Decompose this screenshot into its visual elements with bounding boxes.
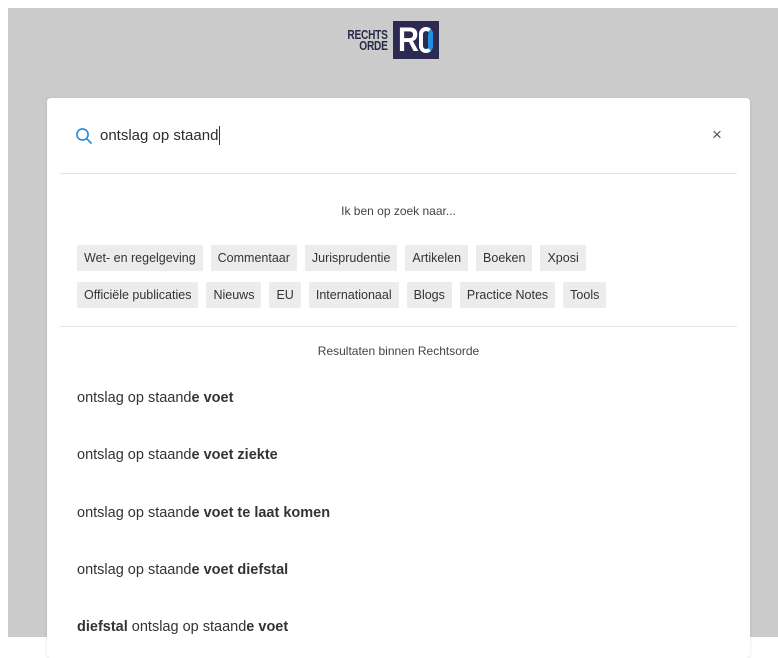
suggestion-item[interactable]: diefstal ontslag op staande voet [77,619,288,635]
suggestion-completion: e voet diefstal [191,562,289,578]
suggestion-item[interactable]: ontslag op staande voet te laat komen [77,505,330,521]
suggestion-typed-text: ontslag op staand [77,505,192,521]
results-heading: Resultaten binnen Rechtsorde [317,344,480,358]
chip-wet-en-regelgeving[interactable]: Wet- en regelgeving [77,245,203,271]
chip-artikelen[interactable]: Artikelen [405,245,469,271]
chip-practice-notes[interactable]: Practice Notes [459,282,556,308]
suggestion-typed-text: ontslag op staand [127,619,247,635]
chip-internationaal[interactable]: Internationaal [308,282,399,308]
chip-boeken[interactable]: Boeken [476,245,533,271]
suggestion-completion: e voet [246,619,289,635]
suggestion-typed-text: ontslag op staand [77,562,192,578]
search-icon [76,128,92,144]
search-bar: ontslag op staand × [60,98,737,174]
suggestion-typed-text: ontslag op staand [77,447,192,463]
suggestion-completion: e voet ziekte [191,447,278,463]
text-caret [219,126,221,145]
chip-nieuws[interactable]: Nieuws [206,282,262,308]
search-input-value: ontslag op staand [100,127,219,144]
chip-eu[interactable]: EU [269,282,301,308]
suggestion-prefix-bold: diefstal [77,619,128,635]
category-chips-row-1: Wet- en regelgeving Commentaar Jurisprud… [77,245,586,271]
suggestion-completion: e voet [191,390,234,406]
category-chips-row-2: Officiële publicaties Nieuws EU Internat… [77,282,607,308]
rechtsorde-logo[interactable]: RECHTS ORDE R [336,20,439,60]
section-divider [60,326,737,327]
search-input[interactable]: ontslag op staand [100,126,221,145]
logo-wordmark: RECHTS ORDE [347,28,388,52]
suggestion-item[interactable]: ontslag op staande voet ziekte [77,447,278,463]
chip-officiele-publicaties[interactable]: Officiële publicaties [77,282,199,308]
chip-jurisprudentie[interactable]: Jurisprudentie [304,245,398,271]
chip-blogs[interactable]: Blogs [406,282,452,308]
logo-mark-letter: R [397,21,419,59]
chip-xposi[interactable]: Xposi [540,245,586,271]
lookfor-heading: Ik ben op zoek naar... [341,204,456,218]
close-icon[interactable]: × [707,125,727,145]
search-modal: ontslag op staand × Ik ben op zoek naar.… [47,98,750,658]
suggestion-item[interactable]: ontslag op staande voet diefstal [77,562,288,578]
suggestion-completion: e voet te laat komen [191,505,331,521]
logo-mark: R [392,21,439,59]
suggestion-item[interactable]: ontslag op staande voet [77,390,233,406]
chip-tools[interactable]: Tools [563,282,607,308]
logo-mark-o-shape [418,27,433,53]
chip-commentaar[interactable]: Commentaar [210,245,297,271]
suggestion-typed-text: ontslag op staand [77,390,192,406]
